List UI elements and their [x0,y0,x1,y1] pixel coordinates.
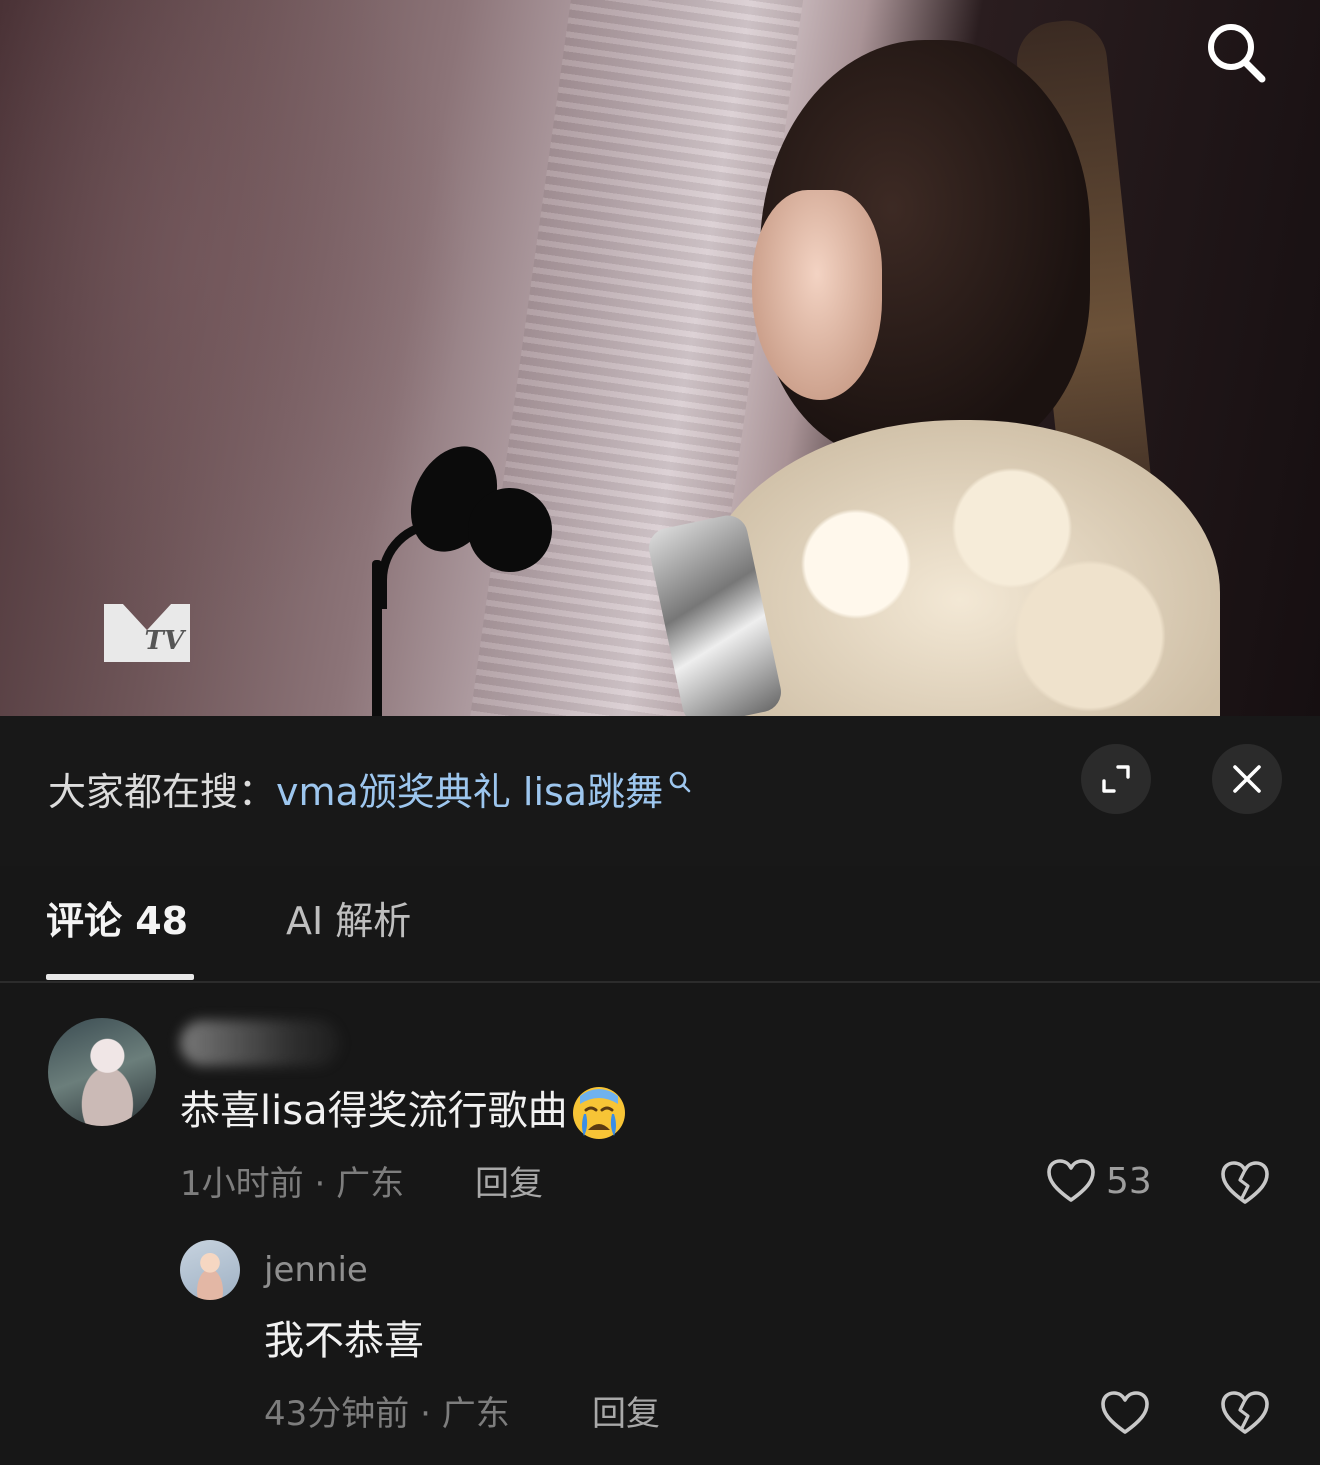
video-player[interactable]: TV [0,0,1320,716]
broken-heart-icon [1221,1161,1269,1204]
search-icon [1208,24,1266,83]
comment-time: 1小时前 [180,1164,304,1204]
tab-ai-analysis[interactable]: AI 解析 [286,894,411,948]
expand-button[interactable] [1081,744,1151,814]
trending-label: 大家都在搜： [48,770,277,814]
search-button[interactable] [1200,18,1272,90]
comment-meta: 1小时前 · 广东 [180,1164,405,1204]
like-button[interactable]: 53 [1046,1158,1152,1204]
crying-face-icon [572,1087,625,1139]
video-frame-mic-head [468,488,552,572]
blurred-username [180,1020,340,1066]
close-icon [1233,765,1261,793]
avatar[interactable] [180,1240,240,1300]
reply-location: 广东 [441,1394,510,1434]
tab-comments[interactable]: 评论 48 [46,894,188,948]
dislike-button[interactable] [1220,1160,1270,1210]
broken-heart-icon [1221,1391,1269,1434]
magnifier-icon [669,771,691,793]
reply-username[interactable]: jennie [264,1246,368,1294]
reply-button[interactable]: 回复 [475,1160,543,1208]
reply-meta: 43分钟前 · 广东 [264,1394,510,1434]
comment-location: 广东 [336,1164,405,1204]
avatar[interactable] [48,1018,156,1126]
like-count: 53 [1106,1160,1152,1202]
trending-query-link[interactable]: vma颁奖典礼 lisa跳舞 [276,770,663,814]
active-tab-indicator [46,974,194,980]
video-frame-face [752,190,882,400]
heart-icon [1047,1159,1095,1202]
mtv-logo-text: TV [144,626,184,656]
reply-button[interactable]: 回复 [592,1390,660,1438]
reply-time: 43分钟前 [264,1394,410,1434]
heart-icon [1101,1391,1149,1434]
tab-bar: 评论 48 AI 解析 [0,866,1320,983]
trending-search[interactable]: 大家都在搜：vma颁奖典礼 lisa跳舞 [48,762,693,822]
reply-text: 我不恭喜 [264,1318,424,1364]
like-button[interactable] [1100,1390,1150,1436]
comment-text: 恭喜lisa得奖流行歌曲 [180,1082,628,1142]
expand-icon [1102,765,1130,793]
dislike-button[interactable] [1220,1390,1270,1440]
comment-body: 恭喜lisa得奖流行歌曲 [180,1088,568,1134]
close-button[interactable] [1212,744,1282,814]
